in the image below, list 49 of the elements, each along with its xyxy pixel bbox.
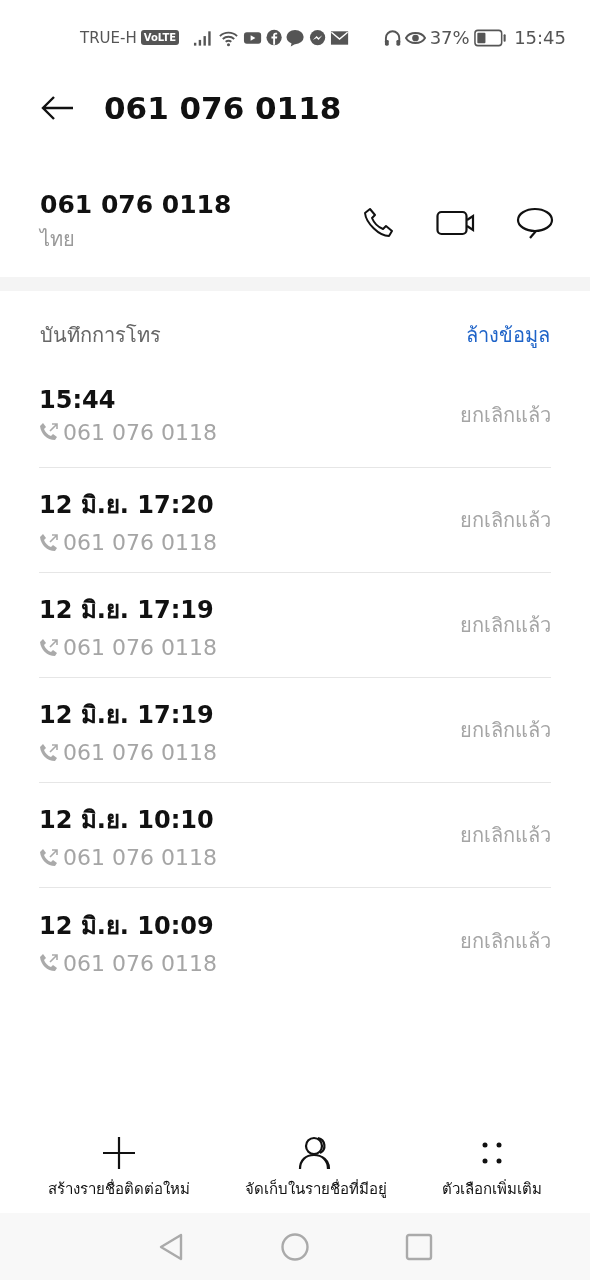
clear-link[interactable]: ล้างข้อมูล	[466, 319, 550, 351]
call-number: 061 076 0118	[63, 419, 217, 445]
outgoing-call-icon	[39, 742, 59, 763]
back-button[interactable]	[40, 94, 74, 121]
more-options-button[interactable]: ตัวเลือกเพิ่มเติม	[442, 1135, 543, 1201]
battery-percent: 37%	[429, 27, 470, 48]
call-status: ยกเลิกแล้ว	[460, 717, 551, 744]
outgoing-call-icon	[39, 847, 59, 868]
call-status: ยกเลิกแล้ว	[460, 927, 551, 955]
video-call-button[interactable]	[436, 208, 476, 237]
headphones-icon	[383, 28, 401, 47]
call-number: 061 076 0118	[63, 635, 217, 660]
volte-badge: VoLTE	[140, 30, 180, 45]
call-status: ยกเลิกแล้ว	[460, 507, 551, 534]
call-status: ยกเลิกแล้ว	[460, 822, 551, 849]
call-time: 12 มิ.ย. 10:10	[39, 805, 215, 836]
message-button[interactable]	[516, 205, 554, 240]
page-title: 061 076 0118	[104, 89, 342, 126]
new-contact-button[interactable]: สร้างรายชื่อติดต่อใหม่	[47, 1135, 190, 1201]
call-number: 061 076 0118	[63, 845, 217, 870]
call-status: ยกเลิกแล้ว	[460, 612, 551, 639]
carrier-name: TRUE-H	[80, 28, 137, 47]
call-time: 12 มิ.ย. 17:19	[39, 700, 215, 731]
call-status: ยกเลิกแล้ว	[460, 402, 551, 429]
outgoing-call-icon	[39, 953, 59, 973]
call-number: 061 076 0118	[63, 530, 217, 555]
section-title: บันทึกการโทร	[40, 322, 161, 349]
social-app-icon	[266, 29, 283, 46]
call-time: 12 มิ.ย. 10:09	[39, 910, 215, 942]
call-number: 061 076 0118	[63, 740, 217, 765]
outgoing-call-icon	[39, 637, 59, 658]
call-time: 12 มิ.ย. 17:19	[39, 595, 215, 626]
messenger-icon	[308, 28, 326, 47]
clock: 15:45	[514, 27, 566, 48]
call-time: 12 มิ.ย. 17:20	[39, 490, 215, 521]
eye-icon	[404, 29, 426, 46]
outgoing-call-icon	[39, 422, 59, 442]
battery-icon	[473, 28, 507, 47]
region-label: ไทย	[40, 226, 76, 253]
outgoing-call-icon	[39, 532, 59, 553]
call-number: 061 076 0118	[63, 950, 217, 976]
mail-icon	[329, 29, 349, 46]
save-to-contact-button[interactable]: จัดเก็บในรายชื่อที่มีอยู่	[245, 1135, 387, 1201]
call-button[interactable]	[362, 205, 396, 240]
plus-icon	[100, 1135, 137, 1171]
call-time: 15:44	[39, 385, 117, 414]
phone-number: 061 076 0118	[40, 190, 233, 219]
video-app-icon	[243, 29, 263, 46]
chat-app-icon	[286, 28, 305, 47]
